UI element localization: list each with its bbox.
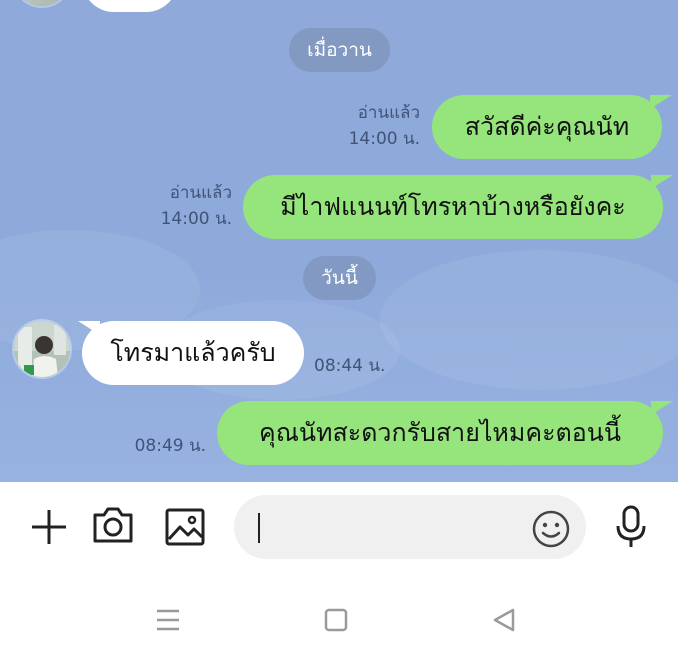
message-bubble-outgoing[interactable]: คุณนัทสะดวกรับสายไหมคะตอนนี้ — [217, 401, 663, 465]
message-bubble-outgoing[interactable]: สวัสดีค่ะคุณนัท — [432, 95, 662, 159]
back-icon[interactable] — [486, 602, 522, 638]
date-divider-yesterday: เมื่อวาน — [289, 28, 390, 72]
bubble-tail — [651, 175, 673, 189]
message-composer — [0, 482, 678, 572]
message-time: 14:00 น. — [348, 129, 420, 149]
message-bubble-incoming[interactable]: โทรมาแล้วครับ — [82, 321, 304, 385]
plus-icon[interactable] — [24, 502, 74, 552]
read-receipt: อ่านแล้ว — [357, 103, 420, 123]
menu-icon[interactable] — [150, 602, 186, 638]
microphone-icon[interactable] — [606, 502, 656, 552]
message-time: 08:44 น. — [314, 356, 386, 376]
camera-icon[interactable] — [88, 500, 138, 550]
bubble-tail — [78, 321, 100, 335]
background-cloud — [380, 250, 678, 390]
message-bubble-outgoing[interactable]: มีไาฟแนนท์โทรหาบ้างหรือยังคะ — [243, 175, 663, 239]
bubble-tail — [650, 95, 672, 109]
avatar-image — [14, 321, 70, 377]
message-time: 14:00 น. — [160, 209, 232, 229]
bubble-tail — [651, 401, 673, 415]
avatar[interactable] — [14, 321, 70, 377]
message-bubble-incoming[interactable] — [82, 0, 178, 12]
text-cursor — [258, 513, 260, 543]
emoji-icon[interactable] — [528, 506, 574, 552]
date-divider-today: วันนี้ — [303, 256, 376, 300]
system-navigation-bar — [0, 572, 678, 660]
read-receipt: อ่านแล้ว — [169, 183, 232, 203]
avatar[interactable] — [14, 0, 70, 6]
image-icon[interactable] — [160, 502, 210, 552]
message-time: 08:49 น. — [134, 436, 206, 456]
chat-area[interactable]: เมื่อวาน อ่านแล้ว 14:00 น. สวัสดีค่ะคุณน… — [0, 0, 678, 482]
home-icon[interactable] — [318, 602, 354, 638]
